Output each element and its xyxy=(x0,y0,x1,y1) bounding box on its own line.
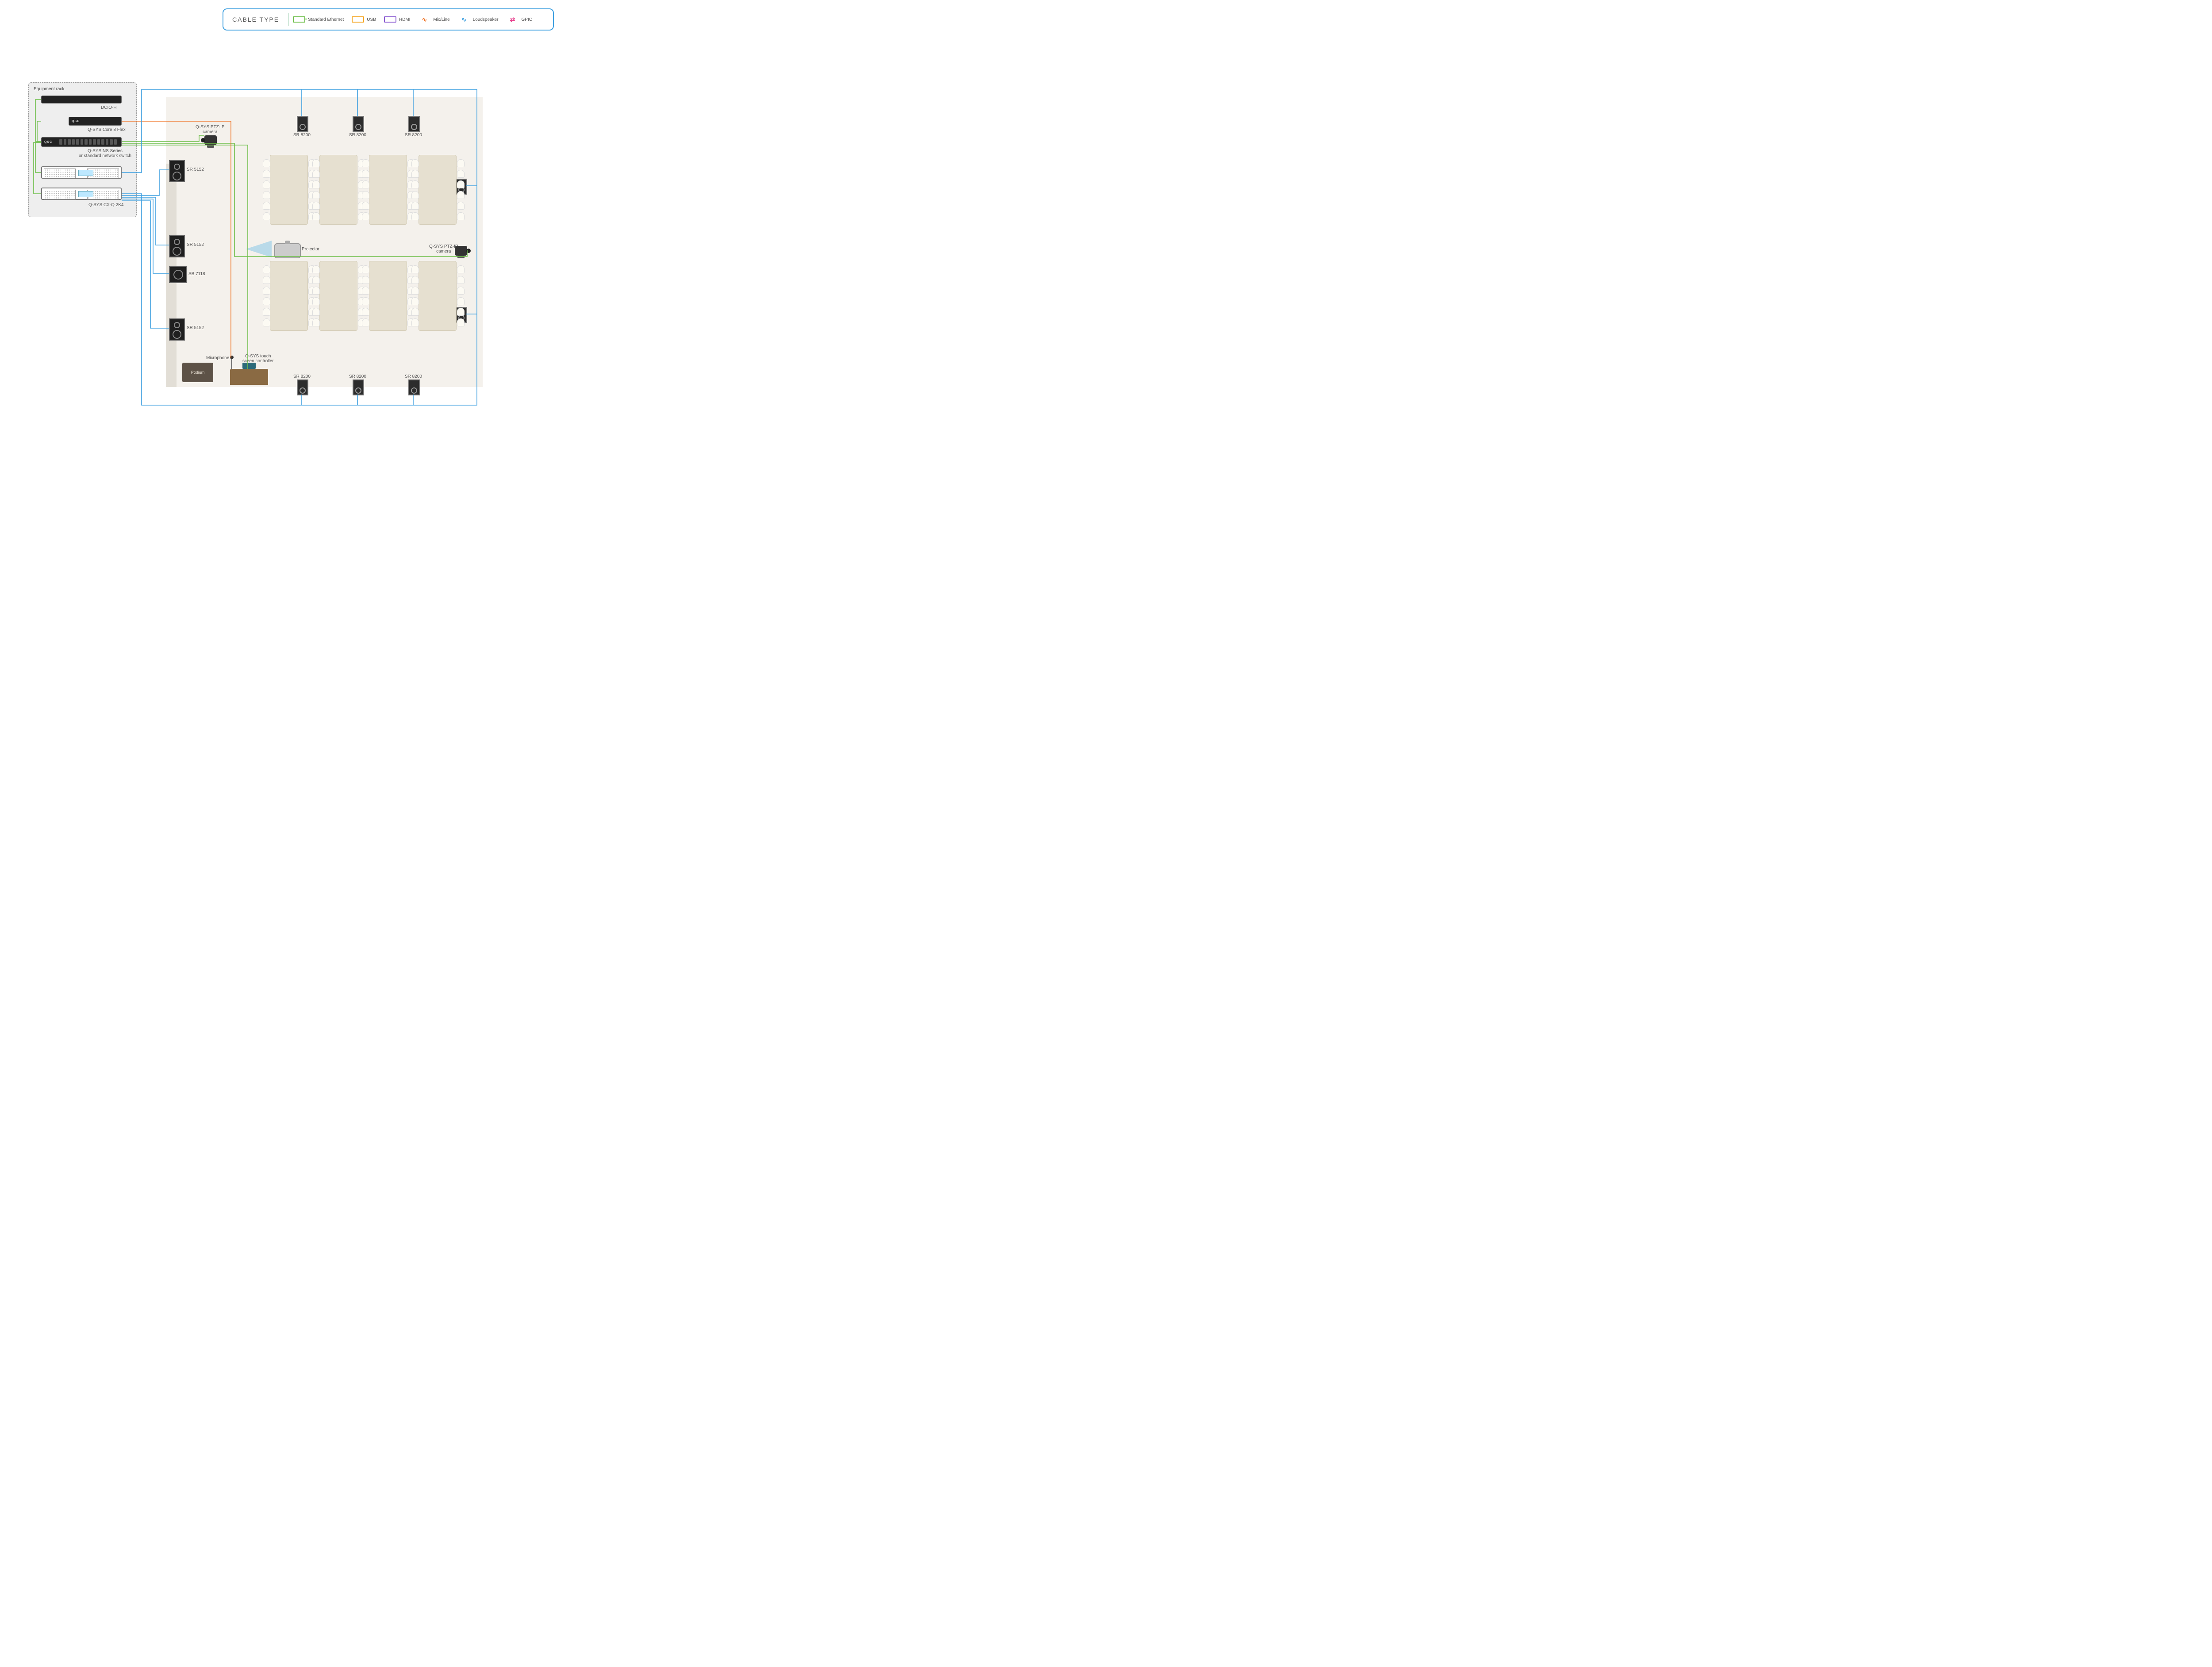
diagram-root: CABLE TYPE Standard Ethernet USB HDMI ∿M… xyxy=(0,0,567,426)
seating-table xyxy=(369,261,407,331)
usb-icon xyxy=(352,16,364,23)
speaker-sr8200-top-3 xyxy=(408,116,420,132)
label-sr5152-2: SR 5152 xyxy=(187,242,204,247)
unit-core8: QSC xyxy=(69,117,122,126)
label-sr8200-b2: SR 8200 xyxy=(349,374,366,379)
label-touch-controller: Q-SYS touch sceen controller xyxy=(242,354,274,364)
legend-loudspeaker: ∿Loudspeaker xyxy=(458,16,499,23)
seating-table xyxy=(419,155,457,225)
speaker-sr8200-bot-3 xyxy=(408,379,420,395)
label-dcio: DCIO-H xyxy=(101,105,117,110)
label-projector: Projector xyxy=(302,247,319,252)
unit-network-switch: QSC xyxy=(41,137,122,147)
legend-gpio: ⇄GPIO xyxy=(507,16,533,23)
subwoofer-sb7118 xyxy=(169,266,187,283)
seating-table xyxy=(270,155,308,225)
label-sr8200-b1: SR 8200 xyxy=(293,374,311,379)
seating-table xyxy=(419,261,457,331)
label-sr8200-t2: SR 8200 xyxy=(349,133,366,138)
speaker-sr8200-top-1 xyxy=(297,116,308,132)
label-sr8200-t3: SR 8200 xyxy=(405,133,422,138)
ptz-camera-front xyxy=(204,135,217,145)
switch-brand: QSC xyxy=(44,141,52,144)
microphone xyxy=(231,358,232,369)
unit-amp-2 xyxy=(41,188,122,200)
mic-line-icon: ∿ xyxy=(418,16,430,23)
gpio-icon: ⇄ xyxy=(507,16,519,23)
seating-table xyxy=(319,155,357,225)
label-sb7118: SB 7118 xyxy=(188,272,205,276)
label-camera-rear: Q-SYS PTZ-IP camera xyxy=(429,244,458,254)
speaker-sr8200-bot-2 xyxy=(353,379,364,395)
lectern-desk xyxy=(230,369,268,385)
legend-title: CABLE TYPE xyxy=(232,16,279,23)
label-sr5152-1: SR 5152 xyxy=(187,167,204,172)
legend-ethernet: Standard Ethernet xyxy=(293,16,344,23)
projector xyxy=(274,243,301,258)
speaker-sr8200-top-2 xyxy=(353,116,364,132)
label-sr8200-t1: SR 8200 xyxy=(293,133,311,138)
unit-amp-1 xyxy=(41,166,122,179)
label-sr8200-b3: SR 8200 xyxy=(405,374,422,379)
label-camera-front: Q-SYS PTZ-IP camera xyxy=(196,125,225,134)
ethernet-icon xyxy=(293,16,305,23)
legend-box: CABLE TYPE Standard Ethernet USB HDMI ∿M… xyxy=(223,8,554,31)
switch-ports xyxy=(59,139,117,146)
seating-table xyxy=(319,261,357,331)
podium: Podium xyxy=(182,363,213,382)
unit-dcio-h xyxy=(41,96,122,103)
rack-title: Equipment rack xyxy=(34,87,64,92)
speaker-sr5152-1 xyxy=(169,160,185,182)
seating-table xyxy=(270,261,308,331)
label-microphone: Microphone xyxy=(206,356,229,360)
label-amps: Q-SYS CX-Q 2K4 xyxy=(88,203,123,207)
projector-beam xyxy=(246,239,272,259)
label-core8: Q-SYS Core 8 Flex xyxy=(88,127,126,132)
legend-mic: ∿Mic/Line xyxy=(418,16,449,23)
legend-hdmi: HDMI xyxy=(384,16,411,23)
label-sr5152-3: SR 5152 xyxy=(187,326,204,330)
core8-brand: QSC xyxy=(72,120,80,123)
speaker-sr8200-bot-1 xyxy=(297,379,308,395)
legend-usb: USB xyxy=(352,16,376,23)
speaker-sr5152-2 xyxy=(169,235,185,257)
label-switch: Q-SYS NS Series or standard network swit… xyxy=(79,149,131,158)
speaker-sr5152-3 xyxy=(169,318,185,341)
hdmi-icon xyxy=(384,16,396,23)
seating-table xyxy=(369,155,407,225)
loudspeaker-icon: ∿ xyxy=(458,16,470,23)
